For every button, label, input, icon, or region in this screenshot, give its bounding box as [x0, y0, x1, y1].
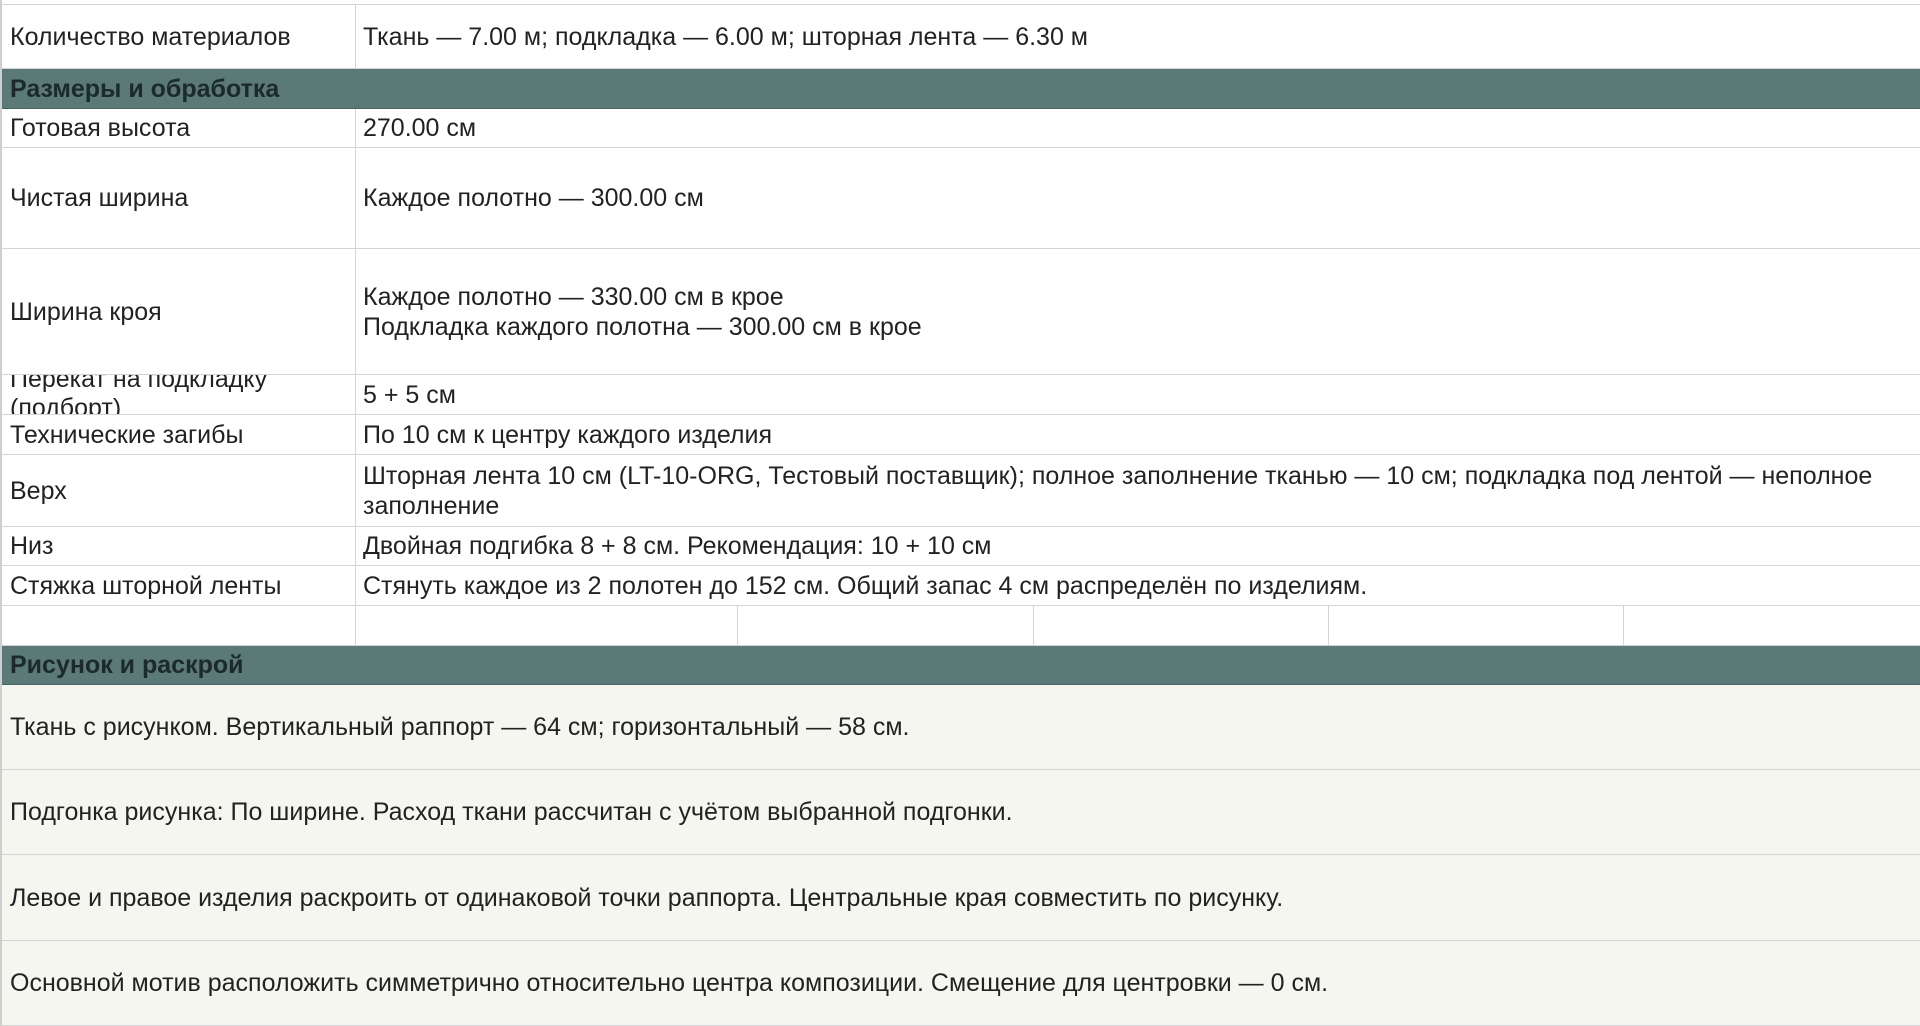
label-finished-height[interactable]: Готовая высота	[0, 109, 356, 147]
label-lining-overlap-text: Перекат на подкладку (подборт)	[10, 375, 268, 414]
label-lining-overlap[interactable]: Перекат на подкладку (подборт)	[0, 375, 356, 414]
label-bottom[interactable]: Низ	[0, 527, 356, 565]
note-row: Основной мотив расположить симметрично о…	[0, 941, 1920, 1026]
label-cut-width[interactable]: Ширина кроя	[0, 249, 356, 374]
table-row-net-width: Чистая ширина Каждое полотно — 300.00 см	[0, 148, 1920, 249]
value-lining-overlap[interactable]: 5 + 5 см	[356, 375, 1920, 414]
label-materials[interactable]: Количество материалов	[0, 5, 356, 68]
empty-cell[interactable]	[0, 606, 356, 645]
label-tape-gather[interactable]: Стяжка шторной ленты	[0, 566, 356, 605]
note-text[interactable]: Ткань с рисунком. Вертикальный раппорт —…	[0, 685, 1920, 769]
table-row-empty	[0, 606, 1920, 646]
section-title-sizes[interactable]: Размеры и обработка	[0, 69, 1920, 108]
note-text[interactable]: Левое и правое изделия раскроить от один…	[0, 855, 1920, 940]
empty-cell[interactable]	[738, 606, 1034, 645]
value-cut-width[interactable]: Каждое полотно — 330.00 см в крое Подкла…	[356, 249, 1920, 374]
label-tech-folds[interactable]: Технические загибы	[0, 415, 356, 454]
value-net-width[interactable]: Каждое полотно — 300.00 см	[356, 148, 1920, 248]
table-row-cut-width: Ширина кроя Каждое полотно — 330.00 см в…	[0, 249, 1920, 375]
note-row: Ткань с рисунком. Вертикальный раппорт —…	[0, 685, 1920, 770]
table-row-bottom: Низ Двойная подгибка 8 + 8 см. Рекоменда…	[0, 527, 1920, 566]
label-net-width[interactable]: Чистая ширина	[0, 148, 356, 248]
empty-cell[interactable]	[1329, 606, 1624, 645]
sheet-left-border	[0, 0, 2, 1026]
table-row-lining-overlap: Перекат на подкладку (подборт) 5 + 5 см	[0, 375, 1920, 415]
section-header-sizes: Размеры и обработка	[0, 69, 1920, 109]
label-top[interactable]: Верх	[0, 455, 356, 526]
section-title-pattern[interactable]: Рисунок и раскрой	[0, 646, 1920, 684]
value-materials[interactable]: Ткань — 7.00 м; подкладка — 6.00 м; штор…	[356, 5, 1920, 68]
value-finished-height[interactable]: 270.00 см	[356, 109, 1920, 147]
note-text[interactable]: Подгонка рисунка: По ширине. Расход ткан…	[0, 770, 1920, 854]
value-bottom[interactable]: Двойная подгибка 8 + 8 см. Рекомендация:…	[356, 527, 1920, 565]
empty-cell[interactable]	[1624, 606, 1920, 645]
table-row-top: Верх Шторная лента 10 см (LT-10-ORG, Тес…	[0, 455, 1920, 527]
empty-cell[interactable]	[1034, 606, 1329, 645]
spreadsheet-view: Количество материалов Ткань — 7.00 м; по…	[0, 0, 1920, 1026]
table-row-materials: Количество материалов Ткань — 7.00 м; по…	[0, 4, 1920, 69]
value-top[interactable]: Шторная лента 10 см (LT-10-ORG, Тестовый…	[356, 455, 1920, 526]
note-row: Подгонка рисунка: По ширине. Расход ткан…	[0, 770, 1920, 855]
section-header-pattern: Рисунок и раскрой	[0, 646, 1920, 685]
value-tech-folds[interactable]: По 10 см к центру каждого изделия	[356, 415, 1920, 454]
note-text[interactable]: Основной мотив расположить симметрично о…	[0, 941, 1920, 1025]
note-row: Левое и правое изделия раскроить от один…	[0, 855, 1920, 941]
value-tape-gather[interactable]: Стянуть каждое из 2 полотен до 152 см. О…	[356, 566, 1920, 605]
empty-cell[interactable]	[356, 606, 738, 645]
table-row-tech-folds: Технические загибы По 10 см к центру каж…	[0, 415, 1920, 455]
table-row-finished-height: Готовая высота 270.00 см	[0, 109, 1920, 148]
table-row-tape-gather: Стяжка шторной ленты Стянуть каждое из 2…	[0, 566, 1920, 606]
